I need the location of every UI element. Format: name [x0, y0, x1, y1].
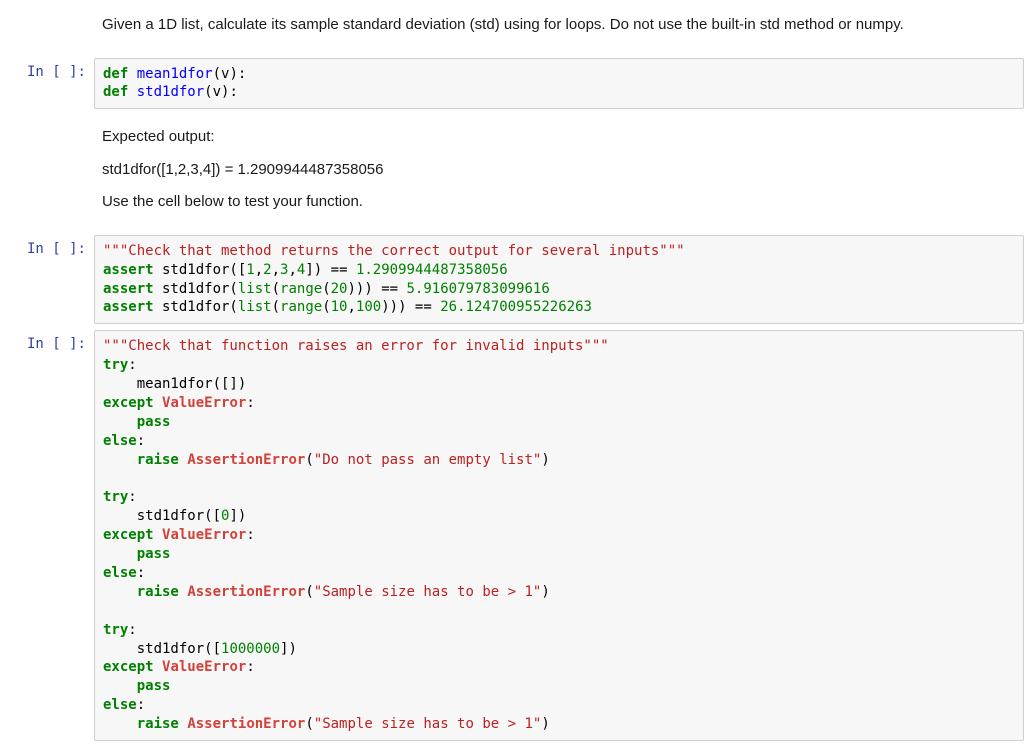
input-prompt: In [ ]: [0, 235, 94, 325]
code-cell-selected: In [ ]: """Check that function raises an… [0, 327, 1024, 744]
markdown-cell[interactable]: Expected output: std1dfor([1,2,3,4]) = 1… [102, 112, 1016, 232]
markdown-cell[interactable]: Given a 1D list, calculate its sample st… [102, 0, 1016, 55]
markdown-text: Expected output: [102, 126, 1016, 149]
markdown-text: Use the cell below to test your function… [102, 191, 1016, 214]
code-cell: In [ ]: """Check that method returns the… [0, 232, 1024, 328]
input-prompt: In [ ]: [0, 58, 94, 110]
code-input[interactable]: def mean1dfor(v): def std1dfor(v): [94, 58, 1024, 110]
code-input[interactable]: """Check that method returns the correct… [94, 235, 1024, 325]
markdown-text: std1dfor([1,2,3,4]) = 1.2909944487358056 [102, 159, 1016, 182]
code-input[interactable]: """Check that function raises an error f… [94, 330, 1024, 741]
markdown-text: Given a 1D list, calculate its sample st… [102, 14, 1016, 37]
input-prompt: In [ ]: [0, 330, 94, 741]
code-cell: In [ ]: def mean1dfor(v): def std1dfor(v… [0, 55, 1024, 113]
notebook: Given a 1D list, calculate its sample st… [0, 0, 1024, 744]
